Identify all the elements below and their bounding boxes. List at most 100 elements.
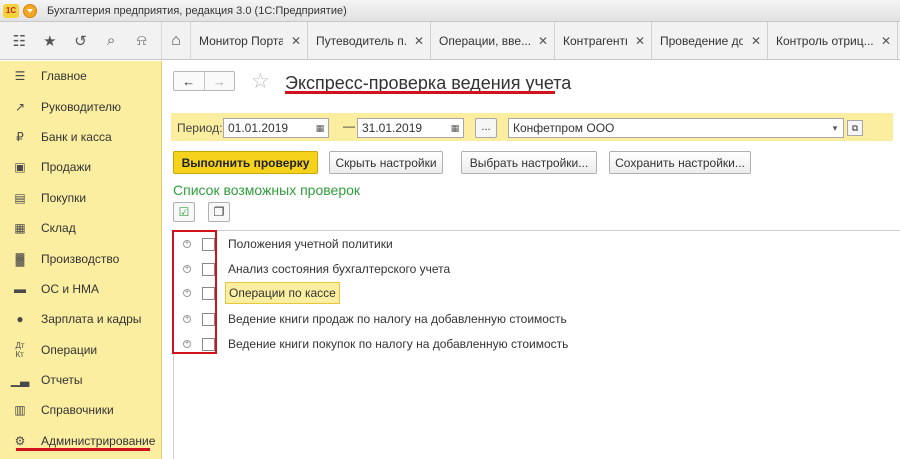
tab-monitor[interactable]: Монитор Порта... ✕	[191, 22, 308, 59]
expand-icon[interactable]: +	[183, 265, 191, 273]
check-label[interactable]: Ведение книги продаж по налогу на добавл…	[225, 309, 570, 329]
hide-settings-button[interactable]: Скрыть настройки	[329, 151, 443, 174]
list-item: + Ведение книги покупок по налогу на доб…	[174, 333, 571, 355]
organization-value: Конфетпром ООО	[513, 121, 615, 135]
sidebar-item-label: Покупки	[41, 190, 87, 205]
period-select-button[interactable]: ...	[475, 118, 497, 138]
sidebar-item-production[interactable]: ▓ Производство	[0, 243, 161, 273]
check-checkbox[interactable]	[202, 337, 215, 351]
sidebar-item-label: Продажи	[41, 160, 92, 175]
check-checkbox[interactable]	[202, 286, 215, 300]
expand-icon[interactable]: +	[183, 240, 191, 248]
list-item: + Положения учетной политики	[174, 233, 396, 255]
close-icon[interactable]: ✕	[751, 34, 761, 48]
warehouse-grid-icon: ▦	[14, 221, 26, 236]
main-menu-button[interactable]	[23, 3, 37, 18]
tab-label: Путеводитель п...	[316, 34, 406, 48]
tab-guide[interactable]: Путеводитель п... ✕	[308, 22, 431, 59]
cart-icon: ▤	[14, 190, 26, 205]
close-icon[interactable]: ✕	[414, 34, 424, 48]
tab-operations[interactable]: Операции, вве... ✕	[431, 22, 555, 59]
calendar-icon[interactable]: ▦	[448, 121, 462, 135]
save-settings-button[interactable]: Сохранить настройки...	[609, 151, 751, 174]
check-checkbox[interactable]	[202, 312, 215, 326]
favorite-star-icon[interactable]: ☆	[251, 69, 270, 94]
expand-icon[interactable]: +	[183, 340, 191, 348]
date-to-field[interactable]: 31.01.2019 ▦	[357, 118, 464, 138]
title-bar: 1С Бухгалтерия предприятия, редакция 3.0…	[0, 0, 900, 22]
sidebar-item-label: Справочники	[41, 403, 114, 418]
chevron-down-icon[interactable]: ▾	[828, 121, 842, 135]
sidebar-item-reports[interactable]: ▁▃ Отчеты	[0, 365, 161, 395]
sidebar-item-bank[interactable]: ₽ Банк и касса	[0, 122, 161, 152]
date-separator: —	[343, 119, 355, 133]
sidebar-item-label: Банк и касса	[41, 129, 112, 144]
organization-field[interactable]: Конфетпром ООО ▾	[508, 118, 844, 138]
tab-control[interactable]: Контроль отриц... ✕	[768, 22, 898, 59]
list-item: + Ведение книги продаж по налогу на доба…	[174, 308, 570, 330]
main-content: ← → ☆ Экспресс-проверка ведения учета Пе…	[163, 61, 900, 459]
sidebar-item-label: Операции	[41, 342, 98, 357]
check-label[interactable]: Ведение книги покупок по налогу на добав…	[225, 334, 571, 354]
check-label[interactable]: Положения учетной политики	[225, 234, 396, 254]
sidebar-item-label: Зарплата и кадры	[41, 312, 142, 327]
toolbar-icons: ☷ ★ ↺ ⌕ ⍾	[0, 22, 162, 59]
sidebar-item-label: Главное	[41, 69, 87, 84]
annotation-underline	[16, 448, 150, 451]
checks-section-title: Список возможных проверок	[173, 182, 361, 198]
sidebar-item-label: Руководителю	[41, 99, 122, 114]
sidebar-item-label: ОС и НМА	[41, 281, 100, 296]
sidebar-item-main[interactable]: ☰ Главное	[0, 61, 161, 91]
run-check-button[interactable]: Выполнить проверку	[173, 151, 318, 174]
close-icon[interactable]: ✕	[538, 34, 548, 48]
check-checkbox[interactable]	[202, 262, 215, 276]
close-icon[interactable]: ✕	[291, 34, 301, 48]
tab-posting[interactable]: Проведение до... ✕	[652, 22, 768, 59]
close-icon[interactable]: ✕	[635, 34, 645, 48]
tab-counterparties[interactable]: Контрагенты ✕	[555, 22, 652, 59]
expand-icon[interactable]: +	[183, 315, 191, 323]
date-from-field[interactable]: 01.01.2019 ▦	[223, 118, 329, 138]
search-icon[interactable]: ⌕	[100, 32, 122, 49]
window-title: Бухгалтерия предприятия, редакция 3.0 (1…	[47, 4, 347, 17]
history-icon[interactable]: ↺	[69, 32, 91, 50]
checks-list: + Положения учетной политики + Анализ со…	[173, 230, 900, 459]
sidebar-item-salary[interactable]: ● Зарплата и кадры	[0, 304, 161, 334]
back-arrow-icon[interactable]: ←	[174, 72, 205, 90]
app-logo-icon: 1С	[3, 3, 19, 18]
chart-up-icon: ↗	[14, 99, 26, 114]
dt-kt-icon: Дт Кт	[15, 340, 25, 359]
check-label[interactable]: Анализ состояния бухгалтерского учета	[225, 259, 453, 279]
expand-icon[interactable]: +	[183, 289, 191, 297]
bell-icon[interactable]: ⍾	[131, 32, 153, 49]
tab-label: Проведение до...	[660, 34, 743, 48]
choose-settings-button[interactable]: Выбрать настройки...	[461, 151, 597, 174]
forward-arrow-icon[interactable]: →	[205, 72, 235, 90]
gear-icon: ⚙	[14, 433, 26, 448]
check-all-icon[interactable]: ☑	[173, 202, 195, 222]
close-icon[interactable]: ✕	[881, 34, 891, 48]
factory-icon: ▓	[15, 251, 25, 266]
sidebar-item-administration[interactable]: ⚙ Администрирование	[0, 426, 161, 456]
open-organization-icon[interactable]: ⧉	[847, 120, 863, 136]
star-icon[interactable]: ★	[39, 32, 61, 50]
apps-grid-icon[interactable]: ☷	[8, 32, 30, 50]
check-checkbox[interactable]	[202, 237, 215, 251]
sidebar-item-purchases[interactable]: ▤ Покупки	[0, 183, 161, 213]
sidebar-item-warehouse[interactable]: ▦ Склад	[0, 213, 161, 243]
tab-label: Монитор Порта...	[199, 34, 283, 48]
sidebar-item-sales[interactable]: ▣ Продажи	[0, 152, 161, 182]
tab-label: Операции, вве...	[439, 34, 530, 48]
tab-label: Контроль отриц...	[776, 34, 873, 48]
sidebar-item-references[interactable]: ▥ Справочники	[0, 395, 161, 425]
sidebar-item-label: Отчеты	[41, 373, 83, 388]
check-label[interactable]: Операции по кассе	[225, 282, 340, 304]
sidebar-item-label: Производство	[41, 251, 120, 266]
list-item: + Операции по кассе	[174, 282, 340, 304]
uncheck-all-icon[interactable]: ❐	[208, 202, 230, 222]
calendar-icon[interactable]: ▦	[313, 121, 327, 135]
sidebar-item-operations[interactable]: Дт Кт Операции	[0, 335, 161, 365]
home-icon[interactable]: ⌂	[162, 22, 191, 59]
sidebar-item-assets[interactable]: ▬ ОС и НМА	[0, 274, 161, 304]
sidebar-item-director[interactable]: ↗ Руководителю	[0, 91, 161, 121]
